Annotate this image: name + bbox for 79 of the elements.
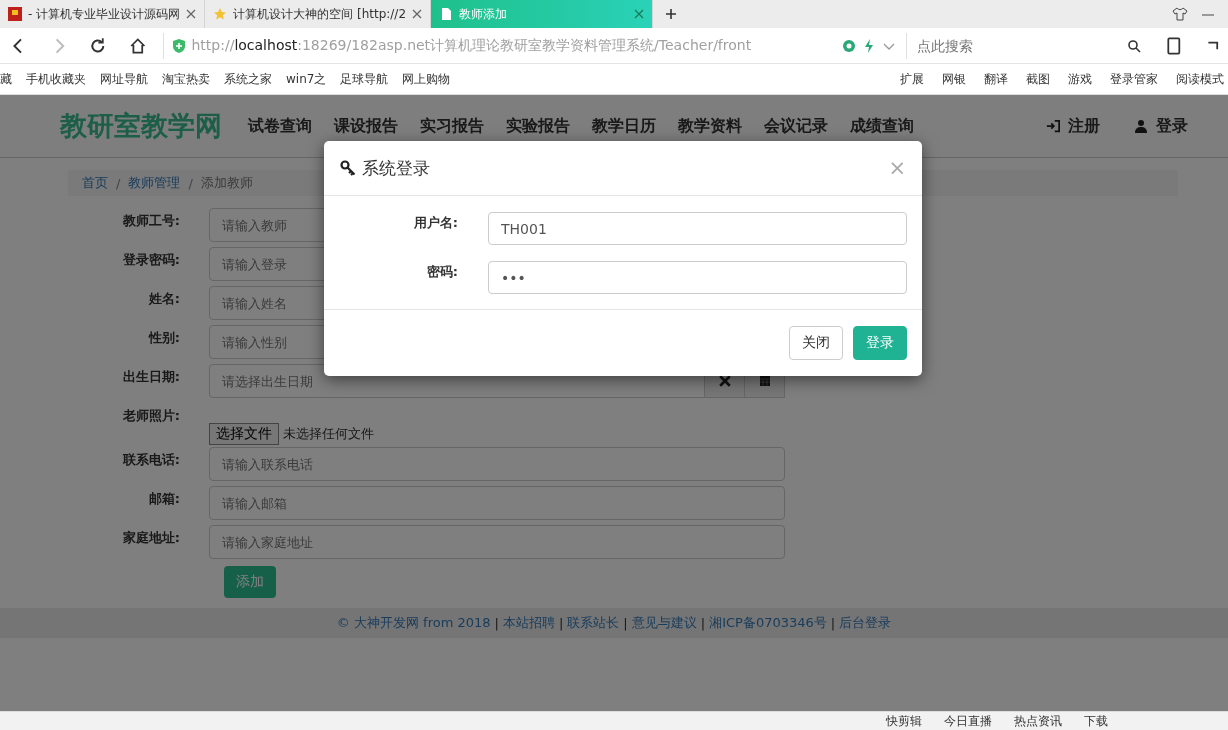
calendar-icon [758, 375, 771, 387]
nav-link[interactable]: 试卷查询 [248, 115, 312, 137]
input-field[interactable]: 请输入邮箱 [209, 486, 785, 520]
nav-link[interactable]: 登录 [1134, 115, 1188, 137]
site-logo-icon [8, 7, 22, 21]
bookmark-link[interactable]: 藏 [0, 70, 12, 88]
nav-link[interactable]: 教学日历 [592, 115, 656, 137]
field-label: 邮箱: [147, 490, 180, 508]
nav-link[interactable]: 实验报告 [506, 115, 570, 137]
bookmark-link[interactable]: 网上购物 [402, 70, 451, 88]
toolbar-button[interactable]: 扩展 [900, 70, 924, 88]
bookmark-link[interactable]: 手机收藏夹 [26, 70, 86, 88]
nav-link[interactable]: 实习报告 [420, 115, 484, 137]
reload-icon[interactable] [89, 36, 107, 55]
bookmark-link[interactable]: 网址导航 [100, 70, 148, 88]
aperture-icon[interactable] [842, 38, 857, 53]
nav-link[interactable]: 成绩查询 [850, 115, 914, 137]
status-bar-button[interactable]: 下载 [1084, 712, 1108, 730]
nav-link[interactable]: 注册 [1046, 115, 1100, 137]
status-bar-button[interactable]: 今日直播 [944, 712, 992, 730]
nav-link[interactable]: 教学资料 [678, 115, 742, 137]
footer-separator: | [623, 615, 628, 631]
tablet-icon[interactable] [1164, 36, 1183, 55]
home-icon[interactable] [128, 36, 147, 55]
input-field[interactable]: 请输入家庭地址 [209, 525, 785, 559]
bookmark-link[interactable]: 系统之家 [224, 70, 272, 88]
status-bar-button[interactable]: 快剪辑 [886, 712, 922, 730]
field-label: 家庭地址: [121, 529, 180, 547]
input-field[interactable]: TH001 [488, 212, 907, 245]
close-icon[interactable] [634, 9, 645, 19]
field-label: 登录密码: [121, 251, 180, 269]
field-label: 姓名: [147, 290, 180, 308]
input-field[interactable]: 请输入联系电话 [209, 447, 785, 481]
shirt-icon[interactable] [1172, 7, 1188, 21]
bookmark-link[interactable]: 足球导航 [340, 70, 389, 88]
footer-separator: | [700, 615, 706, 631]
breadcrumb-current: 添加教师 [200, 174, 253, 192]
shield-icon [171, 37, 186, 54]
footer-separator: | [558, 615, 564, 631]
field-label: 联系电话: [121, 451, 180, 469]
field-label: 用户名: [412, 214, 458, 232]
toolbar-button[interactable]: 翻译 [984, 70, 1008, 88]
page-icon [439, 7, 454, 21]
search-icon[interactable] [1126, 38, 1141, 53]
clear-icon [718, 375, 731, 387]
field-label: 性别: [147, 329, 180, 347]
choose-file-button[interactable]: 选择文件 [209, 423, 279, 445]
toolbar-button[interactable]: 登录管家 [1110, 70, 1158, 88]
copyright-text: © 大神开发网 from 2018 [336, 614, 491, 632]
close-icon[interactable] [186, 9, 197, 19]
input-field[interactable]: ••• [488, 261, 907, 294]
footer-separator: | [494, 615, 499, 631]
field-label: 老师照片: [121, 407, 180, 425]
toolbar-button[interactable]: 截图 [1026, 70, 1050, 88]
bookmark-link[interactable]: win7之 [286, 70, 327, 88]
footer-separator: | [830, 615, 836, 631]
nav-link[interactable]: 会议记录 [764, 115, 828, 137]
new-tab-icon[interactable] [665, 8, 678, 20]
toolbar-button[interactable]: 游戏 [1068, 70, 1092, 88]
field-label: 密码: [425, 263, 458, 281]
search-field[interactable]: 点此搜索 [915, 36, 1127, 55]
close-icon[interactable] [412, 9, 423, 19]
toolbar-button[interactable]: 网银 [942, 70, 966, 88]
user-icon [1134, 119, 1148, 133]
breadcrumb-separator: / [116, 175, 121, 191]
file-status-text: 未选择任何文件 [283, 425, 374, 443]
dialog-title: 系统登录 [362, 156, 430, 180]
status-bar-button[interactable]: 热点资讯 [1014, 712, 1062, 730]
nav-link[interactable]: 课设报告 [334, 115, 398, 137]
bookmark-link[interactable]: 淘宝热卖 [162, 70, 210, 88]
toolbar-button[interactable]: 阅读模式 [1176, 70, 1224, 88]
key-icon [340, 160, 356, 176]
field-label: 出生日期: [121, 368, 180, 386]
cancel-button[interactable]: 关闭 [789, 326, 843, 360]
breadcrumb-separator: / [188, 175, 193, 191]
address-field[interactable]: http://localhost:18269/182asp.net计算机理论教研室教学资料管理系统/Teacher/front [162, 32, 897, 59]
star-icon [213, 7, 228, 21]
sign-in-icon [1046, 119, 1060, 133]
field-label: 教师工号: [121, 212, 180, 230]
